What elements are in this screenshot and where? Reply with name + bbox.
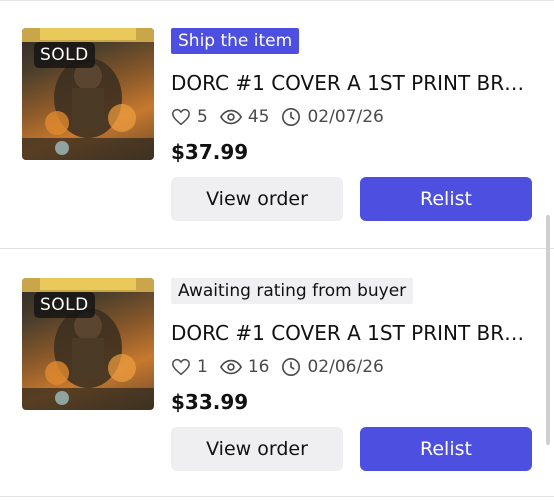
likes-count: 5 bbox=[197, 107, 208, 127]
views-stat: 16 bbox=[219, 357, 270, 377]
heart-icon bbox=[172, 108, 190, 126]
item-thumbnail[interactable]: SOLD bbox=[22, 278, 154, 410]
likes-stat: 1 bbox=[171, 357, 208, 377]
listing-divider bbox=[0, 248, 554, 249]
item-price: $33.99 bbox=[171, 390, 249, 414]
relist-button[interactable]: Relist bbox=[360, 177, 532, 221]
status-tag[interactable]: Ship the item bbox=[171, 28, 300, 54]
eye-icon bbox=[219, 359, 242, 375]
listing-date: 02/07/26 bbox=[307, 107, 384, 127]
status-tag[interactable]: Awaiting rating from buyer bbox=[171, 278, 414, 304]
listing-card[interactable]: SOLD Awaiting rating from buyer DORC #1 … bbox=[0, 250, 554, 482]
clock-icon bbox=[282, 358, 301, 376]
clock-icon bbox=[282, 108, 301, 126]
item-stats: 5 45 02/07/26 bbox=[171, 106, 396, 128]
item-title[interactable]: DORC #1 COVER A 1ST PRINT BR… bbox=[171, 318, 531, 348]
item-title[interactable]: DORC #1 COVER A 1ST PRINT BR… bbox=[171, 68, 531, 98]
relist-button[interactable]: Relist bbox=[360, 427, 532, 471]
eye-icon bbox=[219, 109, 242, 125]
heart-icon bbox=[172, 358, 190, 376]
sold-badge: SOLD bbox=[34, 292, 95, 318]
scrollbar[interactable] bbox=[546, 215, 550, 445]
listing-divider bbox=[0, 496, 554, 497]
likes-count: 1 bbox=[197, 357, 208, 377]
view-order-button[interactable]: View order bbox=[171, 427, 343, 471]
item-stats: 1 16 02/06/26 bbox=[171, 356, 396, 378]
sold-badge: SOLD bbox=[34, 42, 95, 68]
item-thumbnail[interactable]: SOLD bbox=[22, 28, 154, 160]
views-stat: 45 bbox=[219, 107, 270, 127]
view-order-button[interactable]: View order bbox=[171, 177, 343, 221]
listing-date: 02/06/26 bbox=[307, 357, 384, 377]
listing-card[interactable]: SOLD Ship the item DORC #1 COVER A 1ST P… bbox=[0, 0, 554, 232]
date-stat: 02/06/26 bbox=[281, 357, 384, 377]
likes-stat: 5 bbox=[171, 107, 208, 127]
views-count: 16 bbox=[247, 357, 270, 377]
views-count: 45 bbox=[247, 107, 270, 127]
date-stat: 02/07/26 bbox=[281, 107, 384, 127]
item-price: $37.99 bbox=[171, 140, 249, 164]
